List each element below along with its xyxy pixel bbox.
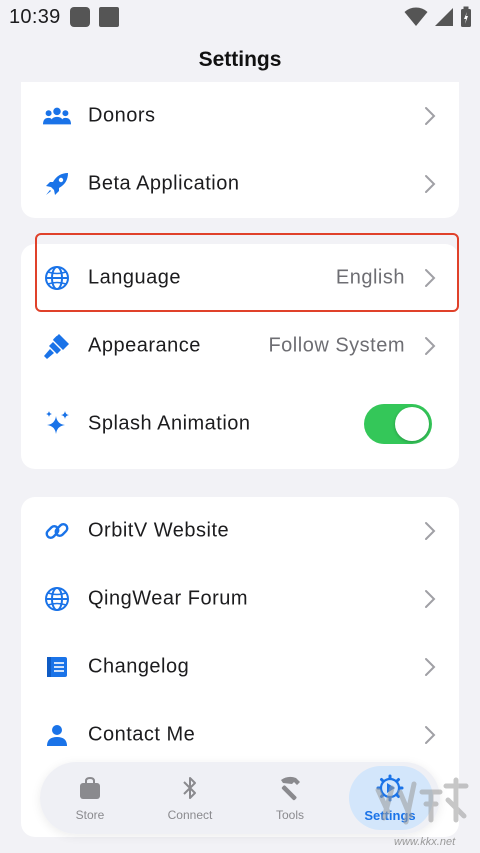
tab-tools-label: Tools bbox=[275, 808, 304, 822]
splash-animation-label: Splash Animation bbox=[88, 412, 251, 435]
qingwear-forum-label: QingWear Forum bbox=[88, 587, 249, 610]
orbitv-website-row[interactable]: OrbitV Website bbox=[21, 497, 459, 565]
notification-icon bbox=[99, 7, 119, 27]
person-icon bbox=[43, 721, 71, 749]
donors-row[interactable]: Donors bbox=[21, 82, 459, 150]
qingwear-forum-row[interactable]: QingWear Forum bbox=[21, 565, 459, 633]
watermark-text: www.kkx.net bbox=[394, 836, 456, 848]
appearance-value: Follow System bbox=[268, 334, 405, 357]
hammer-icon bbox=[276, 774, 304, 802]
chevron-right-icon bbox=[425, 337, 436, 355]
splash-animation-toggle[interactable] bbox=[364, 404, 432, 444]
changelog-row[interactable]: Changelog bbox=[21, 633, 459, 701]
chevron-right-icon bbox=[425, 590, 436, 608]
beta-application-label: Beta Application bbox=[88, 172, 240, 195]
link-icon bbox=[43, 517, 71, 545]
beta-application-row[interactable]: Beta Application bbox=[21, 150, 459, 218]
document-icon bbox=[43, 653, 71, 681]
language-highlight-box bbox=[35, 233, 459, 312]
wifi-icon bbox=[404, 7, 428, 26]
globe-icon bbox=[43, 585, 71, 613]
page-title: Settings bbox=[198, 48, 282, 71]
tab-store-label: Store bbox=[75, 808, 105, 822]
status-bar: 10:39 bbox=[0, 0, 480, 34]
contact-me-row[interactable]: Contact Me bbox=[21, 701, 459, 769]
bluetooth-icon bbox=[176, 774, 204, 802]
splash-animation-row: Splash Animation bbox=[21, 390, 459, 458]
orbitv-website-label: OrbitV Website bbox=[88, 519, 230, 542]
toggle-knob bbox=[395, 407, 429, 441]
tab-tools[interactable]: Tools bbox=[240, 762, 340, 834]
chevron-right-icon bbox=[425, 726, 436, 744]
sparkles-icon bbox=[43, 410, 71, 438]
rocket-icon bbox=[43, 170, 71, 198]
changelog-label: Changelog bbox=[88, 655, 190, 678]
paintbrush-icon bbox=[43, 332, 71, 360]
bag-icon bbox=[76, 774, 104, 802]
notification-icon bbox=[70, 7, 90, 27]
contact-me-label: Contact Me bbox=[88, 723, 196, 746]
appearance-label: Appearance bbox=[88, 334, 201, 357]
appearance-row[interactable]: Appearance Follow System bbox=[21, 312, 459, 380]
signal-icon bbox=[435, 8, 453, 26]
chevron-right-icon bbox=[425, 175, 436, 193]
donors-label: Donors bbox=[88, 104, 156, 127]
tab-store[interactable]: Store bbox=[40, 762, 140, 834]
tab-connect[interactable]: Connect bbox=[140, 762, 240, 834]
chevron-right-icon bbox=[425, 107, 436, 125]
status-time: 10:39 bbox=[9, 6, 61, 28]
battery-icon bbox=[461, 6, 471, 27]
chevron-right-icon bbox=[425, 522, 436, 540]
tab-connect-label: Connect bbox=[167, 808, 213, 822]
settings-group-community: Donors Beta Application bbox=[21, 82, 459, 218]
chevron-right-icon bbox=[425, 658, 436, 676]
watermark-logo bbox=[375, 777, 469, 825]
people-icon bbox=[43, 102, 71, 130]
